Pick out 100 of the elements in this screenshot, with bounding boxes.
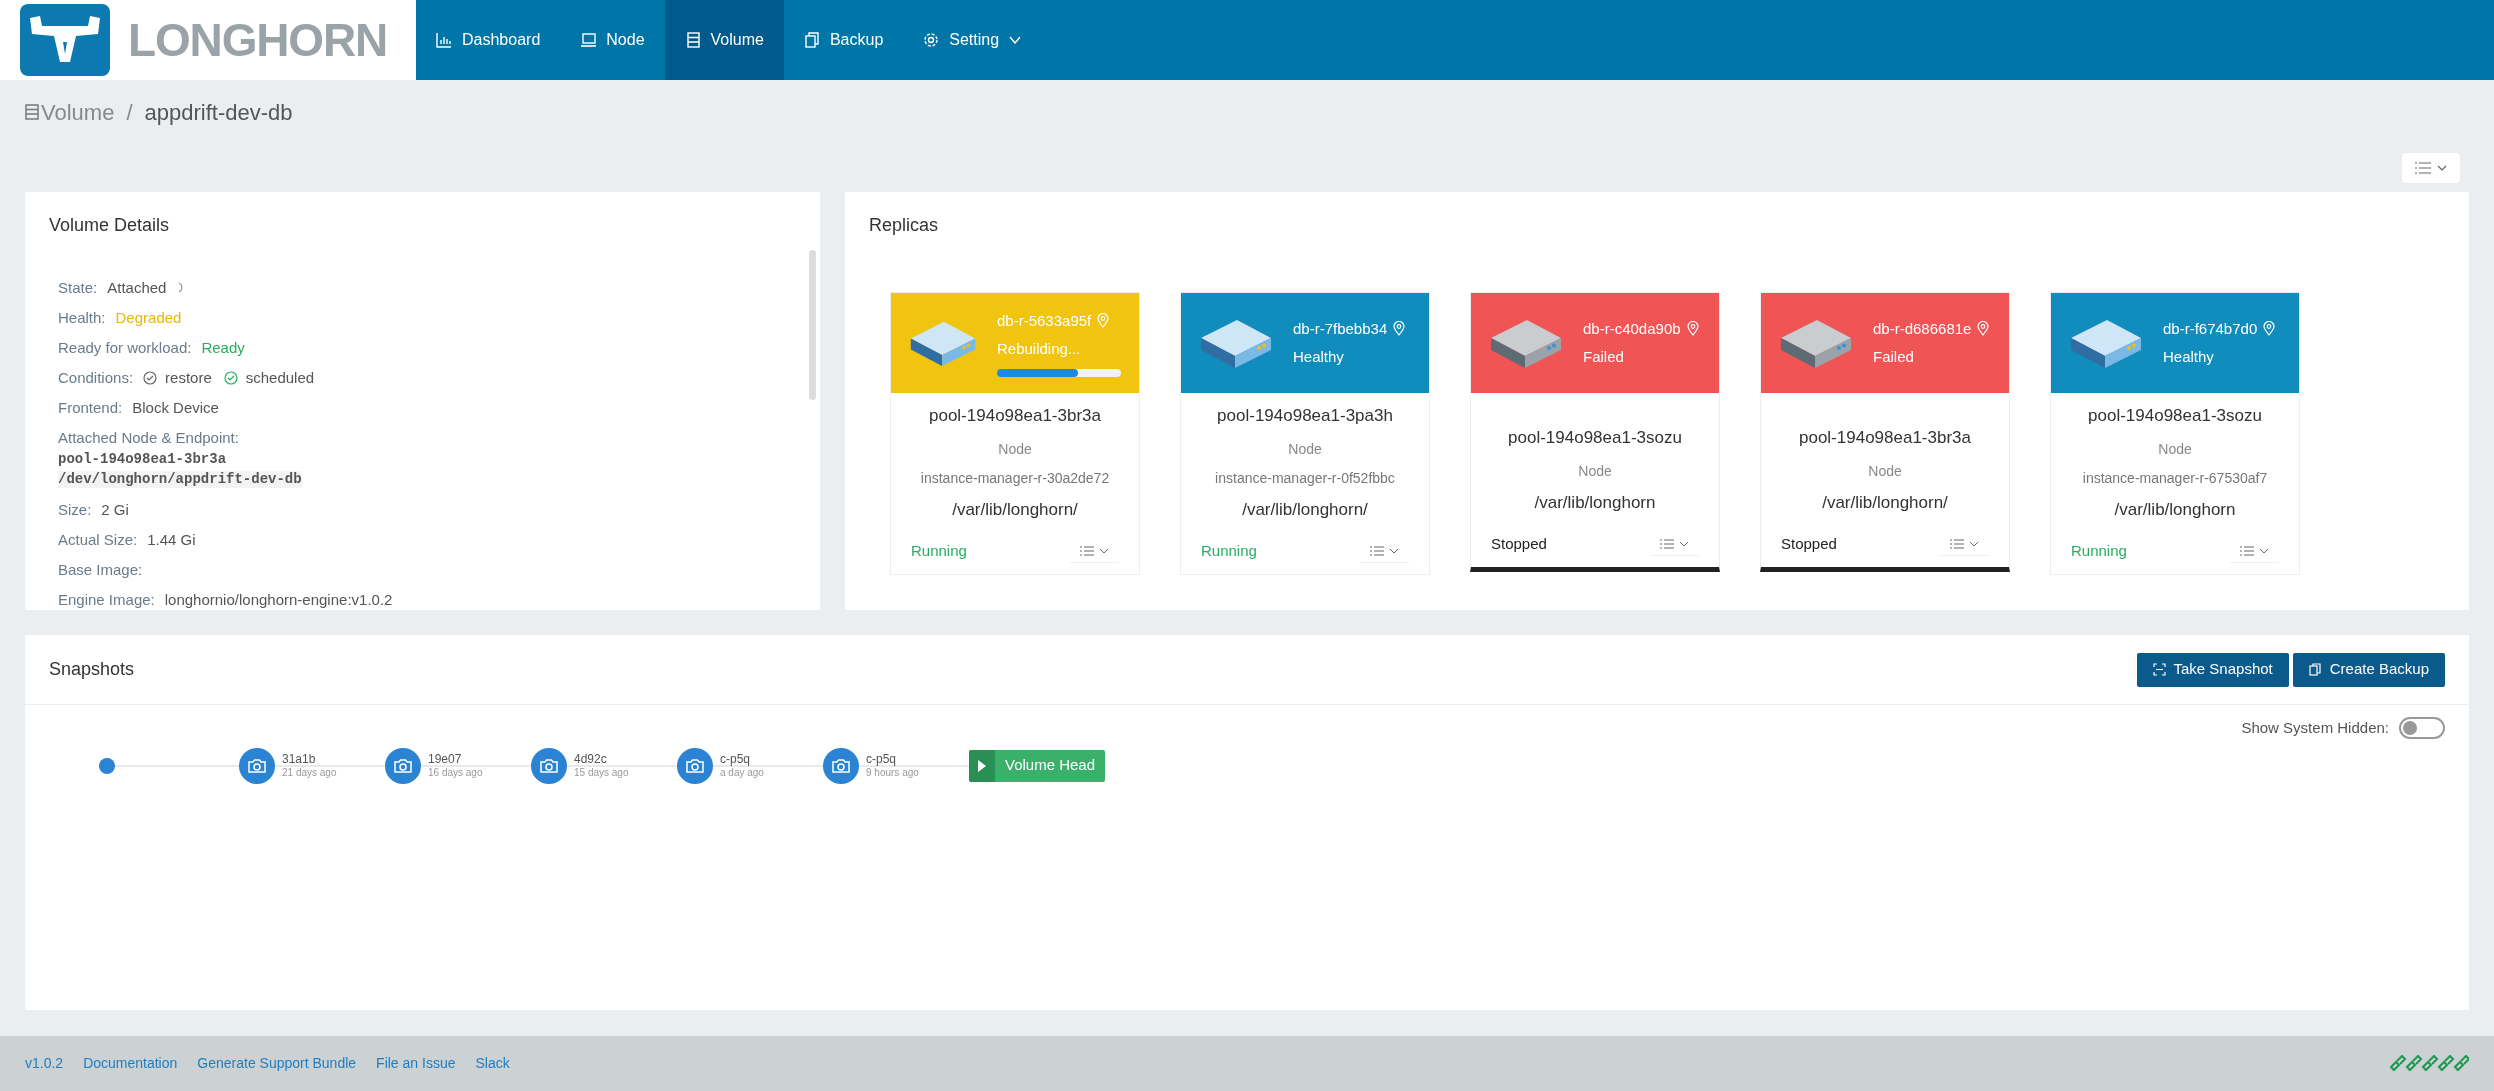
list-icon xyxy=(2415,162,2431,174)
replica-path: /var/lib/longhorn/ xyxy=(1822,491,1948,514)
camera-icon xyxy=(540,757,558,774)
nav-tab[interactable]: Dashboard xyxy=(416,0,561,80)
snapshot-age: 9 hours ago xyxy=(866,766,919,779)
snapshot-age: 21 days ago xyxy=(282,765,337,779)
field-label: Engine Image: xyxy=(58,591,155,608)
location-pin-icon xyxy=(1686,321,1699,337)
snapshot-button[interactable] xyxy=(823,747,859,784)
instance-manager-name: instance-manager-r-67530af7 xyxy=(2082,468,2268,488)
footer-link[interactable]: Generate Support Bundle xyxy=(197,1053,357,1074)
footer-link[interactable]: File an Issue xyxy=(376,1053,456,1074)
list-icon xyxy=(684,32,701,48)
field-value: Degraded xyxy=(115,309,182,326)
action-button[interactable]: Create Backup xyxy=(2292,652,2445,687)
footer-link[interactable]: v1.0.2 xyxy=(25,1053,64,1074)
logo-text: LONGHORN xyxy=(128,12,388,68)
list-icon xyxy=(1660,538,1674,549)
caret-icon xyxy=(1099,547,1109,554)
location-pin-icon xyxy=(1393,321,1406,337)
condition-label: scheduled xyxy=(245,369,315,386)
field-value: Ready xyxy=(201,339,245,356)
caret-icon xyxy=(1389,547,1399,554)
node-name: pool-194o98ea1-3sozu xyxy=(1508,427,1682,449)
field-label: Ready for workload: xyxy=(58,339,192,356)
laptop-icon xyxy=(580,32,597,48)
snapshot-button[interactable] xyxy=(239,747,275,784)
breadcrumb-link[interactable]: Volume xyxy=(41,95,115,129)
replica-state: Stopped xyxy=(1781,533,1837,554)
replica-path: /var/lib/longhorn xyxy=(1534,491,1656,514)
snapshot-age: a day ago xyxy=(720,766,764,779)
replica-status: Healthy xyxy=(2163,347,2215,367)
camera-icon xyxy=(832,757,850,774)
nav-tab[interactable]: Volume xyxy=(664,0,784,80)
replica-name: db-r-d686681e xyxy=(1873,318,1972,339)
caret-icon xyxy=(2437,165,2447,171)
node-name: pool-194o98ea1-3br3a xyxy=(58,451,228,468)
caret-icon xyxy=(1969,540,1979,547)
instance-manager-name: instance-manager-r-30a2de72 xyxy=(920,468,1110,488)
snapshot-name: c-p5q xyxy=(866,752,898,766)
snapshot-name: c-p5q xyxy=(720,752,752,766)
chart-icon xyxy=(436,32,452,48)
replica-path: /var/lib/longhorn/ xyxy=(1242,498,1368,521)
panel-title: Replicas xyxy=(868,214,940,237)
panel-title: Snapshots xyxy=(49,658,135,681)
location-pin-icon xyxy=(1097,313,1110,329)
field-label: Conditions: xyxy=(58,369,134,386)
field-label: State: xyxy=(58,279,98,296)
camera-icon xyxy=(248,757,266,774)
volume-head-button[interactable]: Volume Head xyxy=(969,749,1106,782)
footer-link[interactable]: Slack xyxy=(475,1053,510,1074)
field-value: 1.44 Gi xyxy=(147,531,196,548)
node-name: pool-194o98ea1-3sozu xyxy=(2088,405,2262,427)
camera-icon xyxy=(394,757,412,774)
field-label: Attached Node & Endpoint: xyxy=(58,429,240,446)
replica-state: Running xyxy=(1201,540,1257,561)
capture-icon xyxy=(2152,663,2166,676)
breadcrumb-separator: / xyxy=(126,98,133,127)
snapshot-name: 4d92c xyxy=(574,752,608,766)
options-menu-button[interactable] xyxy=(2402,153,2460,183)
replica-status: Healthy xyxy=(1293,347,1345,367)
camera-icon xyxy=(686,757,704,774)
panel-title: Volume Details xyxy=(48,214,171,237)
replica-state: Running xyxy=(911,540,967,561)
instance-manager-name: instance-manager-r-0f52fbbc xyxy=(1215,468,1395,488)
logo-icon xyxy=(20,4,110,76)
copy-icon xyxy=(2308,663,2322,676)
snapshot-button[interactable] xyxy=(385,747,421,784)
node-label: Node xyxy=(1868,461,1902,481)
copy-icon xyxy=(803,32,820,48)
list-icon xyxy=(25,104,39,120)
nav-tab[interactable]: Setting xyxy=(903,0,1042,80)
replica-path: /var/lib/longhorn xyxy=(2114,498,2236,521)
replica-name: db-r-7fbebb34 xyxy=(1293,318,1388,339)
field-value: Block Device xyxy=(132,399,219,416)
replica-name: db-r-5633a95f xyxy=(997,310,1092,331)
caret-icon xyxy=(2259,547,2269,554)
field-label: Size: xyxy=(58,501,92,518)
snapshot-button[interactable] xyxy=(531,747,567,784)
snapshot-button[interactable] xyxy=(677,747,713,784)
node-name: pool-194o98ea1-3br3a xyxy=(1798,427,1971,449)
replica-name: db-r-f674b7d0 xyxy=(2163,318,2258,339)
field-value: longhornio/longhorn-engine:v1.0.2 xyxy=(164,591,393,608)
node-label: Node xyxy=(2158,439,2192,459)
location-pin-icon xyxy=(1977,321,1990,337)
list-icon xyxy=(1080,545,1094,556)
endpoint-path: /dev/longhorn/appdrift-dev-db xyxy=(58,471,302,488)
snapshot-name: 19e07 xyxy=(428,752,463,766)
node-name: pool-194o98ea1-3br3a xyxy=(928,405,1101,427)
field-label: Actual Size: xyxy=(58,531,138,548)
nav-tab[interactable]: Node xyxy=(560,0,665,80)
replica-state: Running xyxy=(2071,540,2127,561)
replica-status: Failed xyxy=(1583,347,1625,367)
footer-link[interactable]: Documentation xyxy=(83,1053,178,1074)
nav-tab[interactable]: Backup xyxy=(783,0,904,80)
node-label: Node xyxy=(998,439,1032,459)
caret-icon xyxy=(1679,540,1689,547)
action-button[interactable]: Take Snapshot xyxy=(2136,652,2289,687)
node-label: Node xyxy=(1288,439,1322,459)
toggle-switch[interactable] xyxy=(2399,717,2445,740)
